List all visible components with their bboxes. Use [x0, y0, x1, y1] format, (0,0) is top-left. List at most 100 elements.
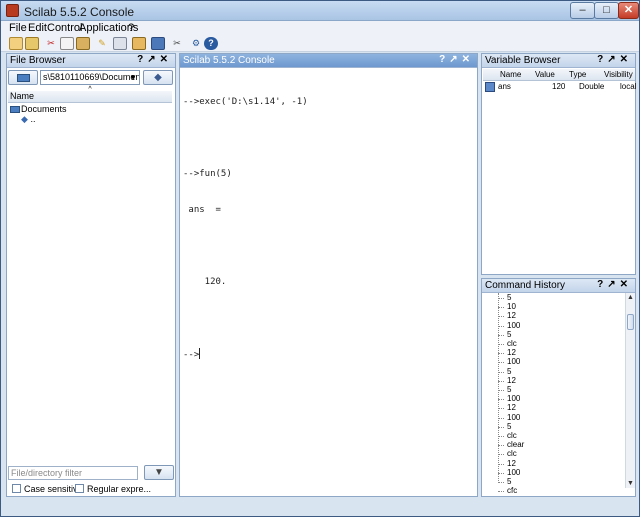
menu-file[interactable]: File [9, 22, 27, 34]
tree-item-parent[interactable]: ◆ .. [10, 114, 67, 125]
help-icon[interactable]: ? [597, 54, 607, 65]
command-history-panel: Command History ?↗✕ 5 10 12 100 5 clc 12… [481, 278, 636, 497]
scilab-app-icon [6, 4, 19, 17]
menu-help[interactable]: ? [128, 22, 134, 34]
help-icon[interactable]: ? [204, 37, 218, 50]
console-line: 120. [183, 277, 227, 287]
history-item[interactable]: 5 [498, 330, 524, 339]
column-header-visibility[interactable]: Visibility [604, 69, 633, 80]
menu-edit[interactable]: Edit [28, 22, 47, 34]
paste-icon[interactable] [76, 37, 90, 50]
close-icon[interactable]: ✕ [462, 54, 474, 65]
variable-browser-title: Variable Browser [485, 55, 561, 66]
matrix-icon [485, 82, 495, 92]
print-icon[interactable] [113, 37, 127, 50]
history-item[interactable]: 100 [498, 357, 524, 366]
column-header-name[interactable]: Name [500, 69, 521, 80]
console-line: ans = [183, 205, 221, 215]
help-icon[interactable]: ? [439, 54, 449, 65]
tree-item-documents[interactable]: Documents [10, 104, 67, 114]
change-dir-icon[interactable]: ✎ [95, 37, 109, 50]
history-item[interactable]: 100 [498, 468, 524, 477]
open-icon[interactable] [25, 37, 39, 50]
history-item[interactable]: cfc [498, 486, 524, 495]
demos-icon[interactable]: ⚙ [189, 37, 203, 50]
file-filter-input[interactable]: File/directory filter [8, 466, 138, 480]
case-sensitive-checkbox[interactable]: Case sensitive [12, 484, 83, 494]
copy-icon[interactable] [60, 37, 74, 50]
history-item[interactable]: 12 [498, 403, 524, 412]
command-history-title: Command History [485, 280, 566, 291]
parent-link-icon: ◆ [21, 114, 28, 124]
variable-browser-panel: Variable Browser ?↗✕ Name Value Type Vis… [481, 53, 636, 275]
regular-expression-checkbox[interactable]: Regular expre... [75, 484, 151, 494]
console-line: -->fun(5) [183, 169, 232, 179]
console-panel[interactable]: Scilab 5.5.2 Console ?↗✕ -->exec('D:\s1.… [179, 53, 478, 497]
panel-buttons: ?↗✕ [137, 54, 172, 65]
history-item[interactable]: 5 [498, 367, 524, 376]
filter-button[interactable]: ▼ [144, 465, 174, 480]
history-item[interactable]: 5 [498, 385, 524, 394]
history-item[interactable]: 100 [498, 321, 524, 330]
column-header-value[interactable]: Value [535, 69, 555, 80]
cut-icon[interactable]: ✂ [44, 37, 58, 50]
minimize-button[interactable]: – [570, 2, 595, 19]
scilab-window: Scilab 5.5.2 Console – □ ✕ File Edit Con… [0, 0, 640, 517]
console-prompt-line[interactable]: --> [183, 348, 308, 361]
column-header-type[interactable]: Type [569, 69, 586, 80]
history-item[interactable]: 100 [498, 394, 524, 403]
table-row[interactable]: ans 120 Double local [483, 82, 636, 93]
history-item[interactable]: clc [498, 431, 524, 440]
history-scrollbar[interactable]: ▲ ▼ [625, 293, 635, 488]
clear-icon[interactable] [132, 37, 146, 50]
history-item[interactable]: 5 [498, 477, 524, 486]
folder-icon [10, 106, 20, 113]
window-title: Scilab 5.5.2 Console [24, 5, 135, 19]
module-manager-icon[interactable]: ✂ [170, 37, 184, 50]
help-icon[interactable]: ? [597, 279, 607, 290]
current-path-text: s\5810110669\Documents [43, 72, 140, 82]
new-script-icon[interactable] [9, 37, 23, 50]
close-icon[interactable]: ✕ [620, 279, 632, 290]
close-window-button[interactable]: ✕ [618, 2, 639, 19]
history-item[interactable]: clear [498, 440, 524, 449]
regular-expression-label: Regular expre... [87, 484, 152, 494]
maximize-button[interactable]: □ [594, 2, 619, 19]
history-item[interactable]: 12 [498, 311, 524, 320]
scrollbar-thumb[interactable] [627, 314, 634, 330]
scroll-up-icon[interactable]: ▲ [626, 293, 635, 302]
scroll-down-icon[interactable]: ▼ [626, 479, 635, 488]
undock-icon[interactable]: ↗ [607, 54, 619, 65]
close-icon[interactable]: ✕ [620, 54, 632, 65]
menu-control[interactable]: Control [47, 22, 82, 34]
history-item[interactable]: 100 [498, 413, 524, 422]
name-column-header[interactable]: Name [8, 91, 172, 103]
console-output[interactable]: -->exec('D:\s1.14', -1) -->fun(5) ans = … [183, 72, 308, 385]
undock-icon[interactable]: ↗ [449, 54, 461, 65]
checkbox-box [75, 484, 84, 493]
help-icon[interactable]: ? [137, 54, 147, 65]
current-path-combobox[interactable]: s\5810110669\Documents ▼ [40, 70, 140, 85]
close-icon[interactable]: ✕ [160, 54, 172, 65]
history-item[interactable]: clc [498, 339, 524, 348]
history-item[interactable]: 12 [498, 459, 524, 468]
history-item[interactable]: 5 [498, 293, 524, 302]
history-item[interactable]: 12 [498, 348, 524, 357]
history-item[interactable]: 10 [498, 302, 524, 311]
history-item[interactable]: clc [498, 449, 524, 458]
console-header: Scilab 5.5.2 Console ?↗✕ [180, 54, 477, 68]
parent-directory-button[interactable]: ◆ [143, 70, 173, 85]
undock-icon[interactable]: ↗ [147, 54, 159, 65]
select-directory-button[interactable] [8, 70, 38, 85]
sciNotes-icon[interactable] [151, 37, 165, 50]
history-item[interactable]: 12 [498, 376, 524, 385]
console-prompt: --> [183, 350, 200, 360]
undock-icon[interactable]: ↗ [607, 279, 619, 290]
tree-item-label: .. [30, 114, 36, 124]
title-bar: Scilab 5.5.2 Console – □ ✕ [1, 1, 639, 21]
history-item[interactable]: 5 [498, 422, 524, 431]
file-browser-title: File Browser [10, 55, 66, 66]
